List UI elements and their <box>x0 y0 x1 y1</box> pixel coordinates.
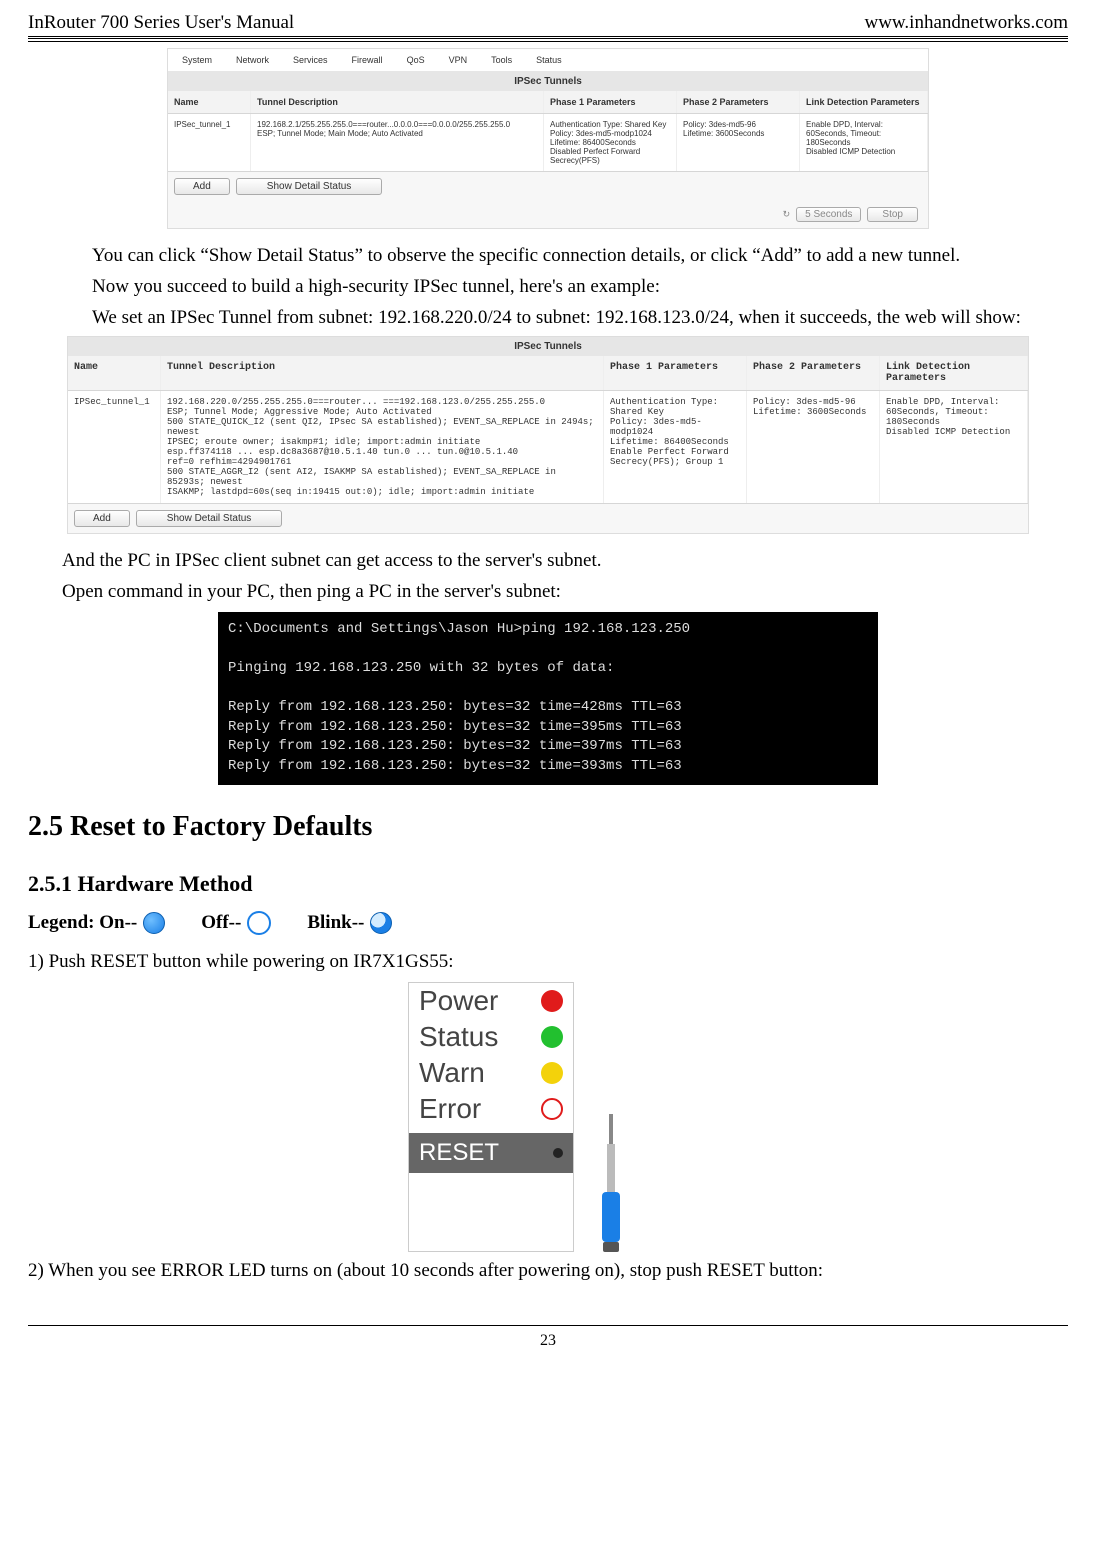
stop-button[interactable]: Stop <box>867 207 918 222</box>
ipsec-screenshot-1: System Network Services Firewall QoS VPN… <box>167 48 929 229</box>
subsection-heading: 2.5.1 Hardware Method <box>28 871 1068 897</box>
status-led-icon <box>541 1026 563 1048</box>
led-off-icon <box>247 911 271 935</box>
step-2: 2) When you see ERROR LED turns on (abou… <box>28 1258 1068 1285</box>
legend-blink-label: Blink-- <box>307 912 364 934</box>
row-desc: 192.168.2.1/255.255.255.0===router...0.0… <box>251 114 544 171</box>
cmd-line-4: Reply from 192.168.123.250: bytes=32 tim… <box>228 718 868 738</box>
col-p1: Phase 1 Parameters <box>544 91 677 113</box>
led-blink-icon <box>370 912 392 934</box>
command-prompt-screenshot: C:\Documents and Settings\Jason Hu>ping … <box>218 612 878 785</box>
cmd-line-3: Reply from 192.168.123.250: bytes=32 tim… <box>228 698 868 718</box>
power-led-icon <box>541 990 563 1012</box>
header-right: www.inhandnetworks.com <box>864 12 1068 34</box>
legend-on-label: Legend: On-- <box>28 912 137 934</box>
error-led-icon <box>541 1098 563 1120</box>
tab-qos[interactable]: QoS <box>407 55 425 65</box>
col-ld: Link Detection Parameters <box>800 91 928 113</box>
row-name: IPSec_tunnel_1 <box>168 114 251 171</box>
col2-desc: Tunnel Description <box>161 356 604 390</box>
col2-p2: Phase 2 Parameters <box>747 356 880 390</box>
col-p2: Phase 2 Parameters <box>677 91 800 113</box>
paragraph-2: Now you succeed to build a high-security… <box>92 274 1068 301</box>
col2-ld: Link Detection Parameters <box>880 356 1028 390</box>
row-ld: Enable DPD, Interval: 60Seconds, Timeout… <box>800 114 928 171</box>
tab-system[interactable]: System <box>182 55 212 65</box>
screwdriver-icon <box>588 1114 634 1252</box>
tab-tools[interactable]: Tools <box>491 55 512 65</box>
legend-off-label: Off-- <box>201 912 241 934</box>
cmd-line-1: C:\Documents and Settings\Jason Hu>ping … <box>228 620 868 640</box>
col-name: Name <box>168 91 251 113</box>
legend: Legend: On-- Off-- Blink-- <box>28 911 1068 935</box>
led-on-icon <box>143 912 165 934</box>
row-p2: Policy: 3des-md5-96 Lifetime: 3600Second… <box>677 114 800 171</box>
row-p1: Authentication Type: Shared Key Policy: … <box>544 114 677 171</box>
tab-vpn[interactable]: VPN <box>449 55 468 65</box>
section-heading: 2.5 Reset to Factory Defaults <box>28 811 1068 843</box>
col2-name: Name <box>68 356 161 390</box>
cmd-line-2: Pinging 192.168.123.250 with 32 bytes of… <box>228 659 868 679</box>
panel-title-2: IPSec Tunnels <box>68 337 1028 356</box>
ipsec-screenshot-2: IPSec Tunnels Name Tunnel Description Ph… <box>67 336 1029 534</box>
tab-status[interactable]: Status <box>536 55 562 65</box>
header-left: InRouter 700 Series User's Manual <box>28 12 294 34</box>
page-number: 23 <box>540 1332 556 1349</box>
col-desc: Tunnel Description <box>251 91 544 113</box>
show-detail-button-2[interactable]: Show Detail Status <box>136 510 283 527</box>
step-1: 1) Push RESET button while powering on I… <box>28 949 1068 976</box>
tab-firewall[interactable]: Firewall <box>352 55 383 65</box>
panel-power-label: Power <box>419 985 529 1017</box>
panel-status-label: Status <box>419 1021 529 1053</box>
add-button[interactable]: Add <box>174 178 230 195</box>
row2-p2: Policy: 3des-md5-96 Lifetime: 3600Second… <box>747 391 880 503</box>
cmd-line-5: Reply from 192.168.123.250: bytes=32 tim… <box>228 737 868 757</box>
paragraph-1: You can click “Show Detail Status” to ob… <box>92 243 1068 270</box>
add-button-2[interactable]: Add <box>74 510 130 527</box>
panel-warn-label: Warn <box>419 1057 529 1089</box>
row2-p1: Authentication Type: Shared Key Policy: … <box>604 391 747 503</box>
device-panel-diagram: Power Status Warn Error RESET <box>408 982 688 1252</box>
show-detail-button[interactable]: Show Detail Status <box>236 178 383 195</box>
panel-title: IPSec Tunnels <box>168 72 928 91</box>
warn-led-icon <box>541 1062 563 1084</box>
panel-reset-label: RESET <box>419 1139 499 1167</box>
paragraph-4: And the PC in IPSec client subnet can ge… <box>62 548 1068 575</box>
panel-error-label: Error <box>419 1093 529 1125</box>
paragraph-5: Open command in your PC, then ping a PC … <box>62 579 1068 606</box>
cmd-line-6: Reply from 192.168.123.250: bytes=32 tim… <box>228 757 868 777</box>
refresh-icon: ↻ <box>783 209 791 220</box>
page-footer: 23 <box>28 1325 1068 1350</box>
row2-ld: Enable DPD, Interval: 60Seconds, Timeout… <box>880 391 1028 503</box>
tab-network[interactable]: Network <box>236 55 269 65</box>
paragraph-3: We set an IPSec Tunnel from subnet: 192.… <box>92 305 1068 332</box>
page-header: InRouter 700 Series User's Manual www.in… <box>28 12 1068 39</box>
row2-desc: 192.168.220.0/255.255.255.0===router... … <box>161 391 604 503</box>
tab-services[interactable]: Services <box>293 55 328 65</box>
col2-p1: Phase 1 Parameters <box>604 356 747 390</box>
row2-name: IPSec_tunnel_1 <box>68 391 161 503</box>
reset-button-icon <box>553 1148 563 1158</box>
refresh-interval[interactable]: 5 Seconds <box>796 207 861 222</box>
